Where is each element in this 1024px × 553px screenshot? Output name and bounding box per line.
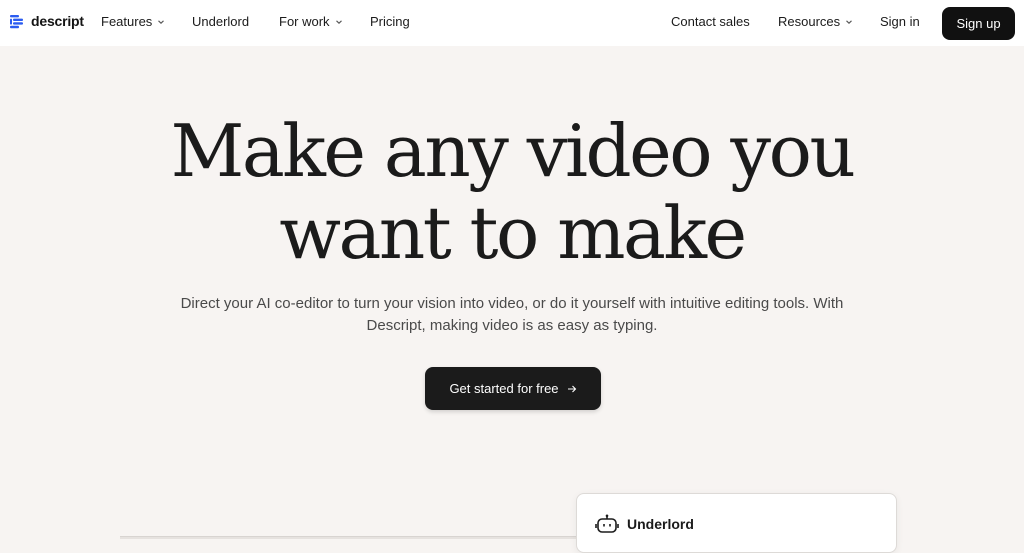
chevron-down-icon	[158, 19, 165, 24]
nav-resources[interactable]: Resources	[778, 14, 853, 29]
underlord-panel-header: Underlord	[595, 514, 694, 534]
chevron-down-icon	[335, 19, 342, 24]
descript-logo-icon	[10, 14, 23, 28]
hero-title-line-1: Make any video you	[170, 109, 856, 193]
descript-logo[interactable]: descript	[10, 13, 84, 29]
get-started-label: Get started for free	[449, 381, 559, 396]
nav-resources-label: Resources	[778, 14, 841, 29]
top-nav: descript Features Underlord For work Pri…	[0, 0, 1024, 46]
hero-subtitle-line-1: Direct your AI co-editor to turn your vi…	[180, 295, 844, 312]
robot-icon	[595, 514, 619, 533]
arrow-right-icon	[567, 385, 576, 392]
nav-pricing-label: Pricing	[370, 14, 410, 29]
nav-underlord[interactable]: Underlord	[192, 14, 249, 29]
get-started-button[interactable]: Get started for free	[425, 367, 601, 410]
nav-for-work[interactable]: For work	[279, 14, 343, 29]
nav-features[interactable]: Features	[101, 14, 165, 29]
nav-contact-sales-label: Contact sales	[671, 14, 750, 29]
underlord-panel: Underlord	[576, 493, 897, 553]
chevron-down-icon	[846, 19, 853, 24]
nav-for-work-label: For work	[279, 14, 330, 29]
nav-features-label: Features	[101, 14, 153, 29]
underlord-panel-title: Underlord	[627, 516, 694, 532]
nav-sign-in[interactable]: Sign in	[880, 14, 920, 29]
nav-contact-sales[interactable]: Contact sales	[671, 14, 750, 29]
nav-sign-in-label: Sign in	[880, 14, 920, 29]
brand-name: descript	[31, 13, 84, 29]
nav-underlord-label: Underlord	[192, 14, 250, 29]
hero-subtitle-line-2: Descript, making video is as easy as typ…	[366, 317, 658, 334]
hero-title: Make any video you want to make	[0, 110, 1024, 274]
hero-title-line-2: want to make	[279, 191, 747, 275]
nav-pricing[interactable]: Pricing	[370, 14, 410, 29]
hero-subtitle: Direct your AI co-editor to turn your vi…	[162, 293, 862, 337]
sign-up-button[interactable]: Sign up	[942, 7, 1015, 40]
